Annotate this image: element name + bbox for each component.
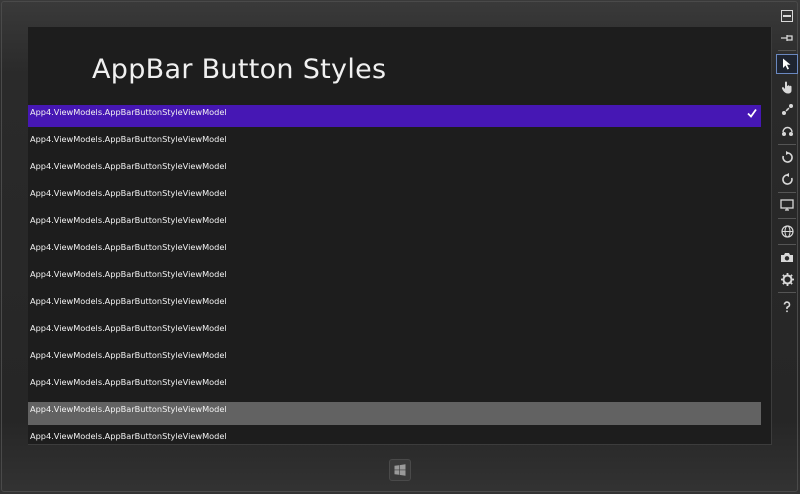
list-item-label: App4.ViewModels.AppBarButtonStyleViewMod… bbox=[30, 404, 227, 414]
change-resolution-button[interactable] bbox=[776, 195, 798, 215]
pin-icon bbox=[781, 35, 793, 41]
mouse-pointer-icon bbox=[783, 58, 791, 70]
set-location-button[interactable] bbox=[776, 221, 798, 241]
list-item[interactable]: App4.ViewModels.AppBarButtonStyleViewMod… bbox=[28, 267, 761, 294]
help-button[interactable] bbox=[776, 297, 798, 317]
mouse-mode-button[interactable] bbox=[776, 54, 798, 74]
toolbar-separator bbox=[778, 144, 796, 145]
checkmark-icon bbox=[747, 108, 757, 118]
toolbar-separator bbox=[778, 218, 796, 219]
toolbar-separator bbox=[778, 292, 796, 293]
page-title: AppBar Button Styles bbox=[92, 54, 387, 85]
list-item-label: App4.ViewModels.AppBarButtonStyleViewMod… bbox=[30, 161, 227, 171]
rotate-clockwise-button[interactable] bbox=[776, 147, 798, 167]
pinch-zoom-icon bbox=[781, 103, 793, 115]
style-list: App4.ViewModels.AppBarButtonStyleViewMod… bbox=[28, 105, 761, 444]
list-item-label: App4.ViewModels.AppBarButtonStyleViewMod… bbox=[30, 107, 227, 117]
pin-button[interactable] bbox=[776, 28, 798, 48]
list-item[interactable]: App4.ViewModels.AppBarButtonStyleViewMod… bbox=[28, 186, 761, 213]
list-item-label: App4.ViewModels.AppBarButtonStyleViewMod… bbox=[30, 269, 227, 279]
list-item-label: App4.ViewModels.AppBarButtonStyleViewMod… bbox=[30, 323, 227, 333]
list-item-label: App4.ViewModels.AppBarButtonStyleViewMod… bbox=[30, 296, 227, 306]
list-item[interactable]: App4.ViewModels.AppBarButtonStyleViewMod… bbox=[28, 375, 761, 402]
list-item-label: App4.ViewModels.AppBarButtonStyleViewMod… bbox=[30, 242, 227, 252]
list-item[interactable]: App4.ViewModels.AppBarButtonStyleViewMod… bbox=[28, 429, 761, 444]
list-item-label: App4.ViewModels.AppBarButtonStyleViewMod… bbox=[30, 188, 227, 198]
rotation-touch-icon bbox=[781, 126, 793, 136]
list-item[interactable]: App4.ViewModels.AppBarButtonStyleViewMod… bbox=[28, 105, 761, 127]
list-item[interactable]: App4.ViewModels.AppBarButtonStyleViewMod… bbox=[28, 132, 761, 159]
touch-mode-button[interactable] bbox=[776, 77, 798, 97]
list-item[interactable]: App4.ViewModels.AppBarButtonStyleViewMod… bbox=[28, 294, 761, 321]
help-icon bbox=[783, 301, 791, 313]
list-item-label: App4.ViewModels.AppBarButtonStyleViewMod… bbox=[30, 431, 227, 441]
rotation-touch-button[interactable] bbox=[776, 121, 798, 141]
list-item[interactable]: App4.ViewModels.AppBarButtonStyleViewMod… bbox=[28, 240, 761, 267]
toolbar-separator bbox=[778, 244, 796, 245]
list-item-label: App4.ViewModels.AppBarButtonStyleViewMod… bbox=[30, 215, 227, 225]
pinch-zoom-button[interactable] bbox=[776, 99, 798, 119]
list-item-label: App4.ViewModels.AppBarButtonStyleViewMod… bbox=[30, 350, 227, 360]
screenshot-button[interactable] bbox=[776, 247, 798, 267]
touch-hand-icon bbox=[781, 81, 792, 93]
screenshot-camera-icon bbox=[781, 252, 793, 262]
list-item[interactable]: App4.ViewModels.AppBarButtonStyleViewMod… bbox=[28, 321, 761, 348]
toolbar-separator bbox=[778, 50, 796, 51]
rotate-clockwise-icon bbox=[781, 150, 793, 163]
app-screen: AppBar Button Styles App4.ViewModels.App… bbox=[28, 27, 772, 445]
rotate-counterclockwise-button[interactable] bbox=[776, 169, 798, 189]
list-item-label: App4.ViewModels.AppBarButtonStyleViewMod… bbox=[30, 134, 227, 144]
list-item[interactable]: App4.ViewModels.AppBarButtonStyleViewMod… bbox=[28, 402, 761, 425]
list-item-label: App4.ViewModels.AppBarButtonStyleViewMod… bbox=[30, 377, 227, 387]
toolbar-separator bbox=[778, 192, 796, 193]
minimize-button[interactable] bbox=[776, 6, 798, 26]
minimize-icon bbox=[781, 10, 793, 22]
list-item[interactable]: App4.ViewModels.AppBarButtonStyleViewMod… bbox=[28, 348, 761, 375]
windows-logo-icon bbox=[394, 464, 406, 476]
start-button[interactable] bbox=[389, 459, 411, 481]
settings-gear-icon bbox=[780, 272, 794, 286]
list-item[interactable]: App4.ViewModels.AppBarButtonStyleViewMod… bbox=[28, 159, 761, 186]
simulator-toolbar bbox=[774, 0, 800, 494]
list-item[interactable]: App4.ViewModels.AppBarButtonStyleViewMod… bbox=[28, 213, 761, 240]
set-location-icon bbox=[780, 224, 794, 238]
change-resolution-icon bbox=[780, 199, 794, 211]
settings-button[interactable] bbox=[776, 269, 798, 289]
rotate-counterclockwise-icon bbox=[781, 172, 793, 185]
simulator-frame: AppBar Button Styles App4.ViewModels.App… bbox=[0, 0, 800, 494]
